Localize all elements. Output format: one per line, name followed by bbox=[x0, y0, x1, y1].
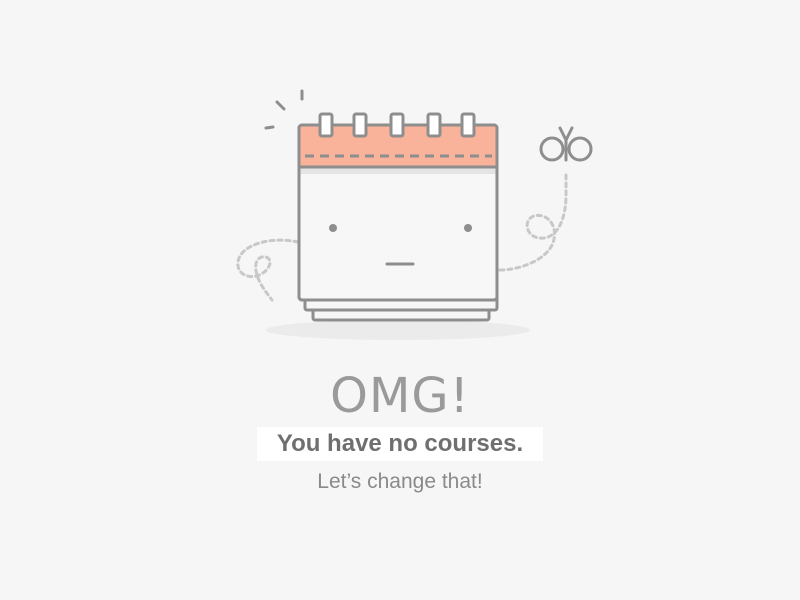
dotted-trail-left bbox=[236, 238, 300, 302]
sparkle-icon bbox=[264, 89, 304, 130]
empty-state-message-row: You have no courses. bbox=[0, 427, 800, 461]
butterfly-icon bbox=[539, 126, 593, 162]
calendar-shadow bbox=[266, 320, 530, 340]
calendar-eye-right bbox=[464, 224, 472, 232]
empty-state-headline: OMG! bbox=[330, 368, 470, 424]
empty-courses-page: OMG! You have no courses. Let’s change t… bbox=[0, 0, 800, 600]
empty-state-message: You have no courses. bbox=[256, 427, 544, 461]
calendar-eye-left bbox=[329, 224, 337, 232]
calendar-face-icon bbox=[297, 112, 499, 302]
dotted-trail-right bbox=[498, 170, 568, 272]
empty-state-illustration bbox=[236, 89, 593, 340]
empty-state-cta: Let’s change that! bbox=[317, 470, 483, 493]
